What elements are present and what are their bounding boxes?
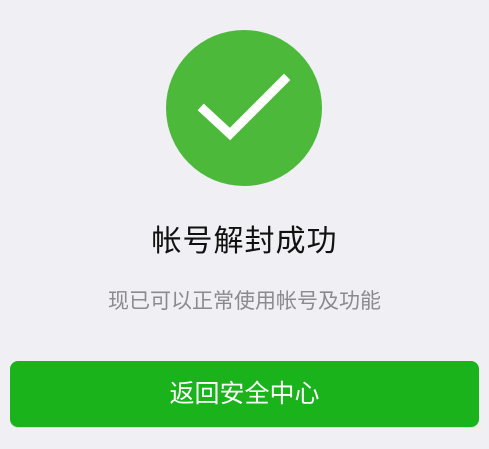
- success-title: 帐号解封成功: [151, 224, 338, 259]
- success-message: 现已可以正常使用帐号及功能: [108, 289, 381, 313]
- unblock-success-screen: 帐号解封成功 现已可以正常使用帐号及功能 返回安全中心: [0, 0, 489, 449]
- success-badge: [166, 30, 322, 186]
- back-to-security-center-button[interactable]: 返回安全中心: [10, 361, 479, 427]
- checkmark-icon: [197, 73, 291, 141]
